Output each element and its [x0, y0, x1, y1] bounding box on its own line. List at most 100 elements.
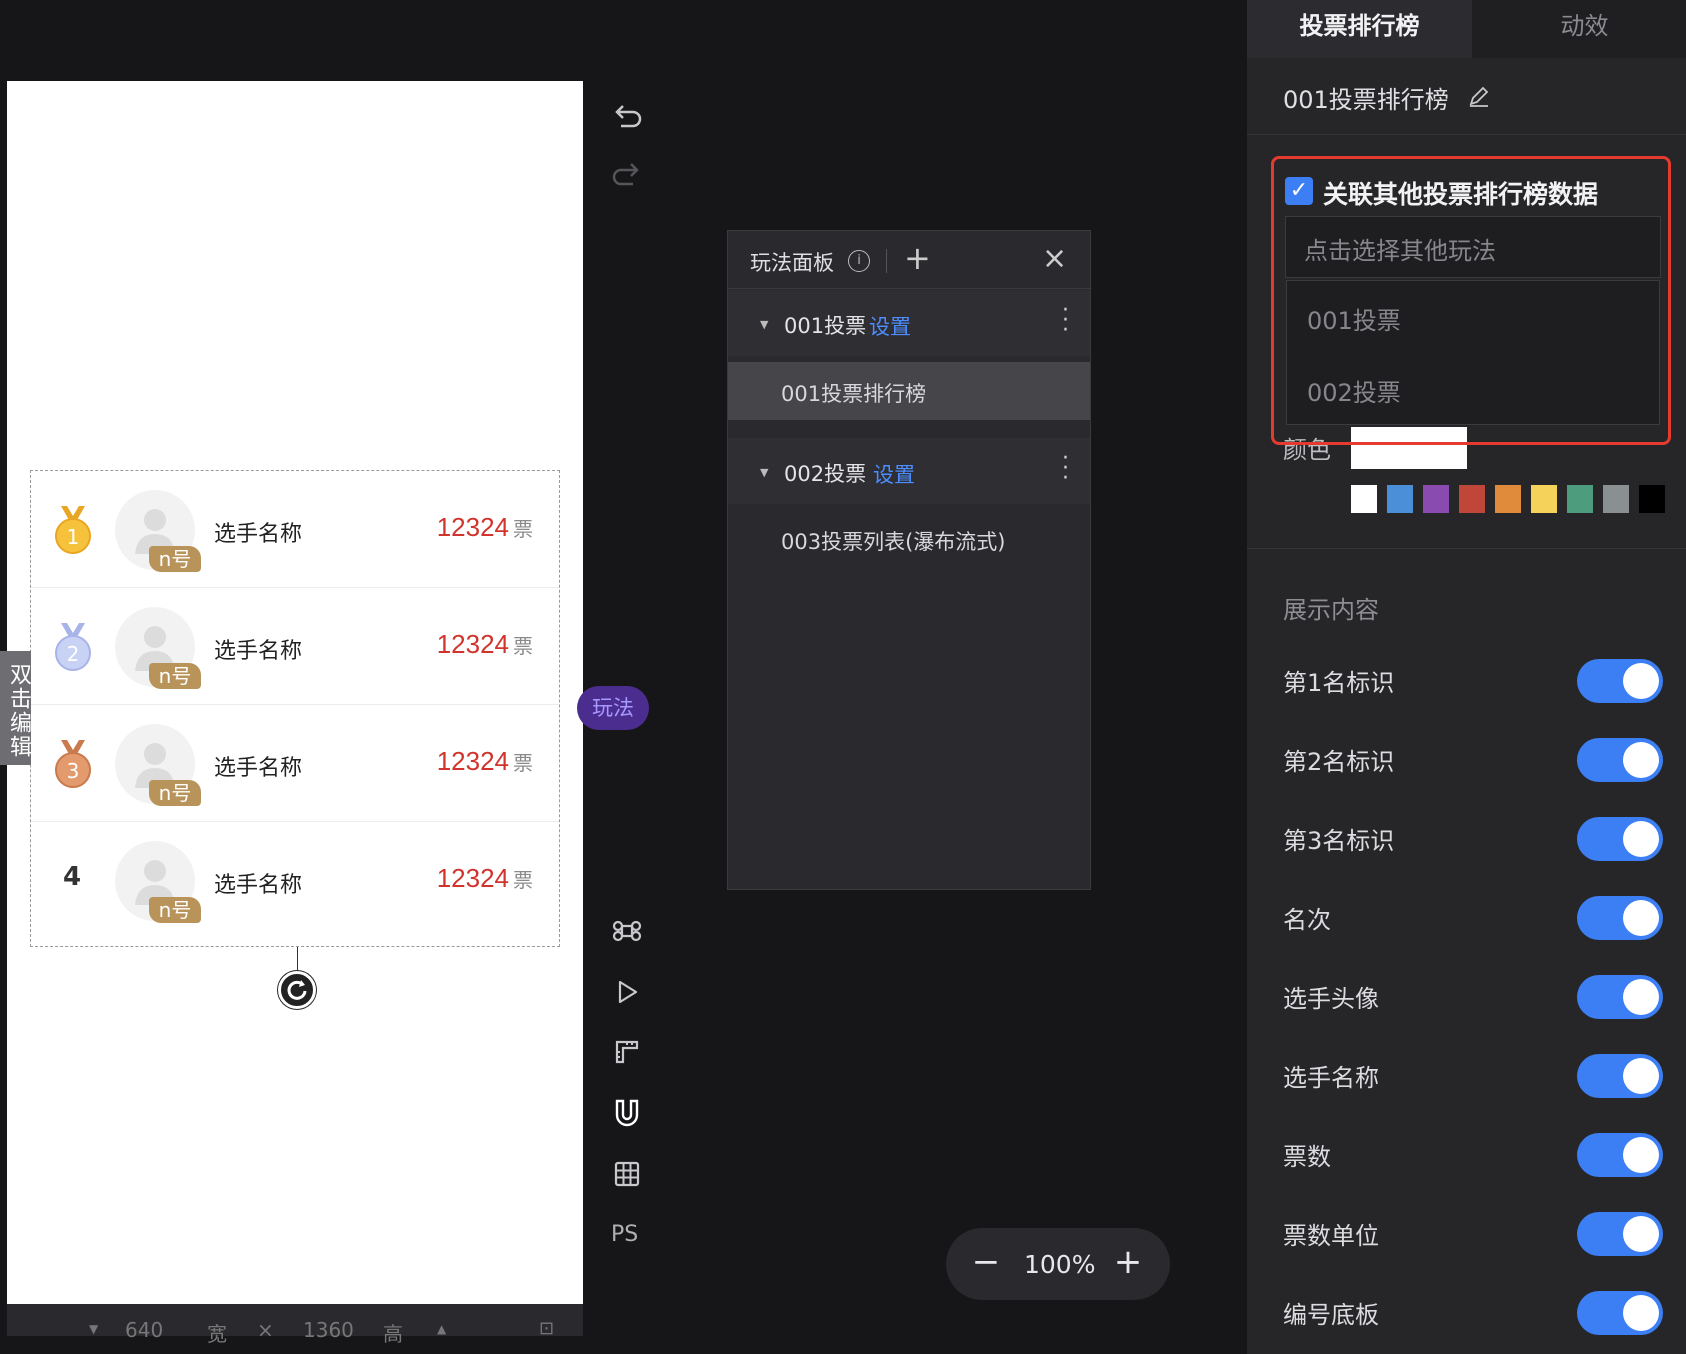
- svg-text:3: 3: [67, 759, 80, 783]
- group-settings-link[interactable]: 设置: [873, 459, 915, 489]
- color-swatch-yellow[interactable]: [1531, 485, 1557, 513]
- toggle-switch[interactable]: [1577, 896, 1663, 940]
- color-swatch-white[interactable]: [1351, 485, 1377, 513]
- ranking-row[interactable]: 4 n号 选手名称 12324 票: [31, 822, 559, 939]
- ruler-icon[interactable]: [607, 1036, 647, 1076]
- toggle-switch[interactable]: [1577, 659, 1663, 703]
- more-vertical-icon[interactable]: · · ·: [1062, 448, 1069, 490]
- dropdown-option[interactable]: 002投票: [1307, 373, 1401, 408]
- color-swatch-blue[interactable]: [1387, 485, 1413, 513]
- chevron-up-icon[interactable]: ▲: [437, 1322, 446, 1336]
- option-label: 编号底板: [1283, 1301, 1379, 1329]
- toggle-switch[interactable]: [1577, 1133, 1663, 1177]
- toggle-knob: [1623, 979, 1659, 1015]
- game-pill-button[interactable]: 玩法: [577, 686, 649, 730]
- group-settings-link[interactable]: 设置: [869, 311, 911, 341]
- zoom-in-button[interactable]: +: [1108, 1242, 1148, 1282]
- undo-icon[interactable]: [607, 100, 647, 140]
- tab-animation[interactable]: 动效: [1472, 0, 1686, 58]
- option-row: 选手头像: [1247, 967, 1686, 1027]
- toggle-switch[interactable]: [1577, 1054, 1663, 1098]
- dropdown-option[interactable]: 001投票: [1307, 301, 1401, 336]
- game-group-001[interactable]: ▼ 001投票 设置 · · ·: [728, 290, 1090, 356]
- vote-count: 12324: [436, 512, 509, 542]
- vote-info: 12324 票: [437, 629, 533, 660]
- option-label: 选手头像: [1283, 985, 1379, 1013]
- game-item-name: 001投票排行榜: [781, 382, 927, 406]
- ranking-row[interactable]: 1 n号 选手名称 12324 票: [31, 471, 559, 588]
- rotate-handle-icon[interactable]: [278, 971, 316, 1009]
- caret-down-icon[interactable]: ▼: [760, 318, 768, 331]
- magnet-icon[interactable]: [607, 1097, 647, 1137]
- number-badge: n号: [149, 663, 201, 689]
- toggle-switch[interactable]: [1577, 738, 1663, 782]
- link-size-icon[interactable]: ×: [257, 1318, 274, 1342]
- option-row: 第2名标识: [1247, 730, 1686, 790]
- toggle-switch[interactable]: [1577, 975, 1663, 1019]
- chevron-down-icon[interactable]: ▼: [89, 1322, 98, 1336]
- panel-tabs: 投票排行榜 动效: [1247, 0, 1686, 58]
- game-panel-header: 玩法面板 i + ×: [728, 231, 1090, 289]
- ps-tool[interactable]: PS: [611, 1222, 638, 1247]
- double-click-edit-tag[interactable]: 双击编辑: [0, 651, 31, 765]
- close-icon[interactable]: ×: [1042, 241, 1067, 276]
- toggle-knob: [1623, 1216, 1659, 1252]
- color-swatch-green[interactable]: [1567, 485, 1593, 513]
- toggle-switch[interactable]: [1577, 817, 1663, 861]
- select-other-game-input[interactable]: 点击选择其他玩法: [1285, 216, 1661, 278]
- game-item-001-ranking[interactable]: 001投票排行榜: [728, 362, 1090, 420]
- width-unit: 宽: [207, 1322, 227, 1346]
- info-icon[interactable]: i: [848, 250, 870, 272]
- command-icon[interactable]: [607, 914, 647, 954]
- link-data-checkbox[interactable]: ✓: [1285, 177, 1313, 205]
- option-label: 票数单位: [1283, 1222, 1379, 1250]
- number-badge: n号: [149, 897, 201, 923]
- tab-vote-ranking[interactable]: 投票排行榜: [1247, 0, 1472, 58]
- color-swatch-gray[interactable]: [1603, 485, 1629, 513]
- toggle-switch[interactable]: [1577, 1291, 1663, 1335]
- divider: [1247, 134, 1686, 135]
- play-icon[interactable]: [607, 976, 647, 1016]
- grid-icon[interactable]: [607, 1158, 647, 1198]
- game-panel-title: 玩法面板: [750, 251, 834, 275]
- number-badge: n号: [149, 546, 201, 572]
- option-label: 选手名称: [1283, 1064, 1379, 1092]
- more-vertical-icon[interactable]: · · ·: [1062, 300, 1069, 342]
- option-row: 票数: [1247, 1125, 1686, 1185]
- toggle-knob: [1623, 821, 1659, 857]
- option-label: 名次: [1283, 906, 1331, 934]
- width-value[interactable]: 640: [125, 1318, 163, 1342]
- toggle-switch[interactable]: [1577, 1212, 1663, 1256]
- color-swatch-orange[interactable]: [1495, 485, 1521, 513]
- edit-pencil-icon[interactable]: [1467, 84, 1491, 108]
- game-panel: 玩法面板 i + × ▼ 001投票 设置 · · · 001投票排行榜 ▼ 002…: [727, 230, 1091, 890]
- option-row: 第3名标识: [1247, 809, 1686, 869]
- silver-medal-icon: 2: [55, 623, 91, 671]
- divider: [1247, 548, 1686, 549]
- svg-text:1: 1: [67, 525, 80, 549]
- ranking-row[interactable]: 2 n号 选手名称 12324 票: [31, 588, 559, 705]
- game-item-003-list[interactable]: 003投票列表(瀑布流式): [728, 510, 1090, 568]
- player-name: 选手名称: [214, 639, 303, 664]
- canvas-size-bar: ▼ 640 宽 × 1360 高 ▲ ⊡: [7, 1304, 583, 1346]
- game-group-002[interactable]: ▼ 002投票 设置 · · ·: [728, 438, 1090, 504]
- phone-canvas[interactable]: 1 n号 选手名称 12324 票 2 n号 选手名称 12324 票 3 n号…: [7, 81, 583, 1304]
- lock-icon[interactable]: ⊡: [539, 1318, 554, 1339]
- link-data-label[interactable]: 关联其他投票排行榜数据: [1323, 175, 1598, 211]
- caret-down-icon[interactable]: ▼: [760, 466, 768, 479]
- add-icon[interactable]: +: [904, 239, 931, 277]
- zoom-out-button[interactable]: −: [966, 1242, 1006, 1282]
- color-swatch-red[interactable]: [1459, 485, 1485, 513]
- svg-text:2: 2: [67, 642, 80, 666]
- ranking-list[interactable]: 1 n号 选手名称 12324 票 2 n号 选手名称 12324 票 3 n号…: [30, 470, 560, 947]
- color-swatch-purple[interactable]: [1423, 485, 1449, 513]
- height-value[interactable]: 1360: [303, 1318, 354, 1342]
- player-name: 选手名称: [214, 522, 303, 547]
- option-label: 第3名标识: [1283, 827, 1395, 855]
- color-swatch-black[interactable]: [1639, 485, 1665, 513]
- option-row: 名次: [1247, 888, 1686, 948]
- vote-unit: 票: [513, 751, 533, 775]
- redo-icon[interactable]: [607, 158, 647, 198]
- option-row: 第1名标识: [1247, 651, 1686, 711]
- ranking-row[interactable]: 3 n号 选手名称 12324 票: [31, 705, 559, 822]
